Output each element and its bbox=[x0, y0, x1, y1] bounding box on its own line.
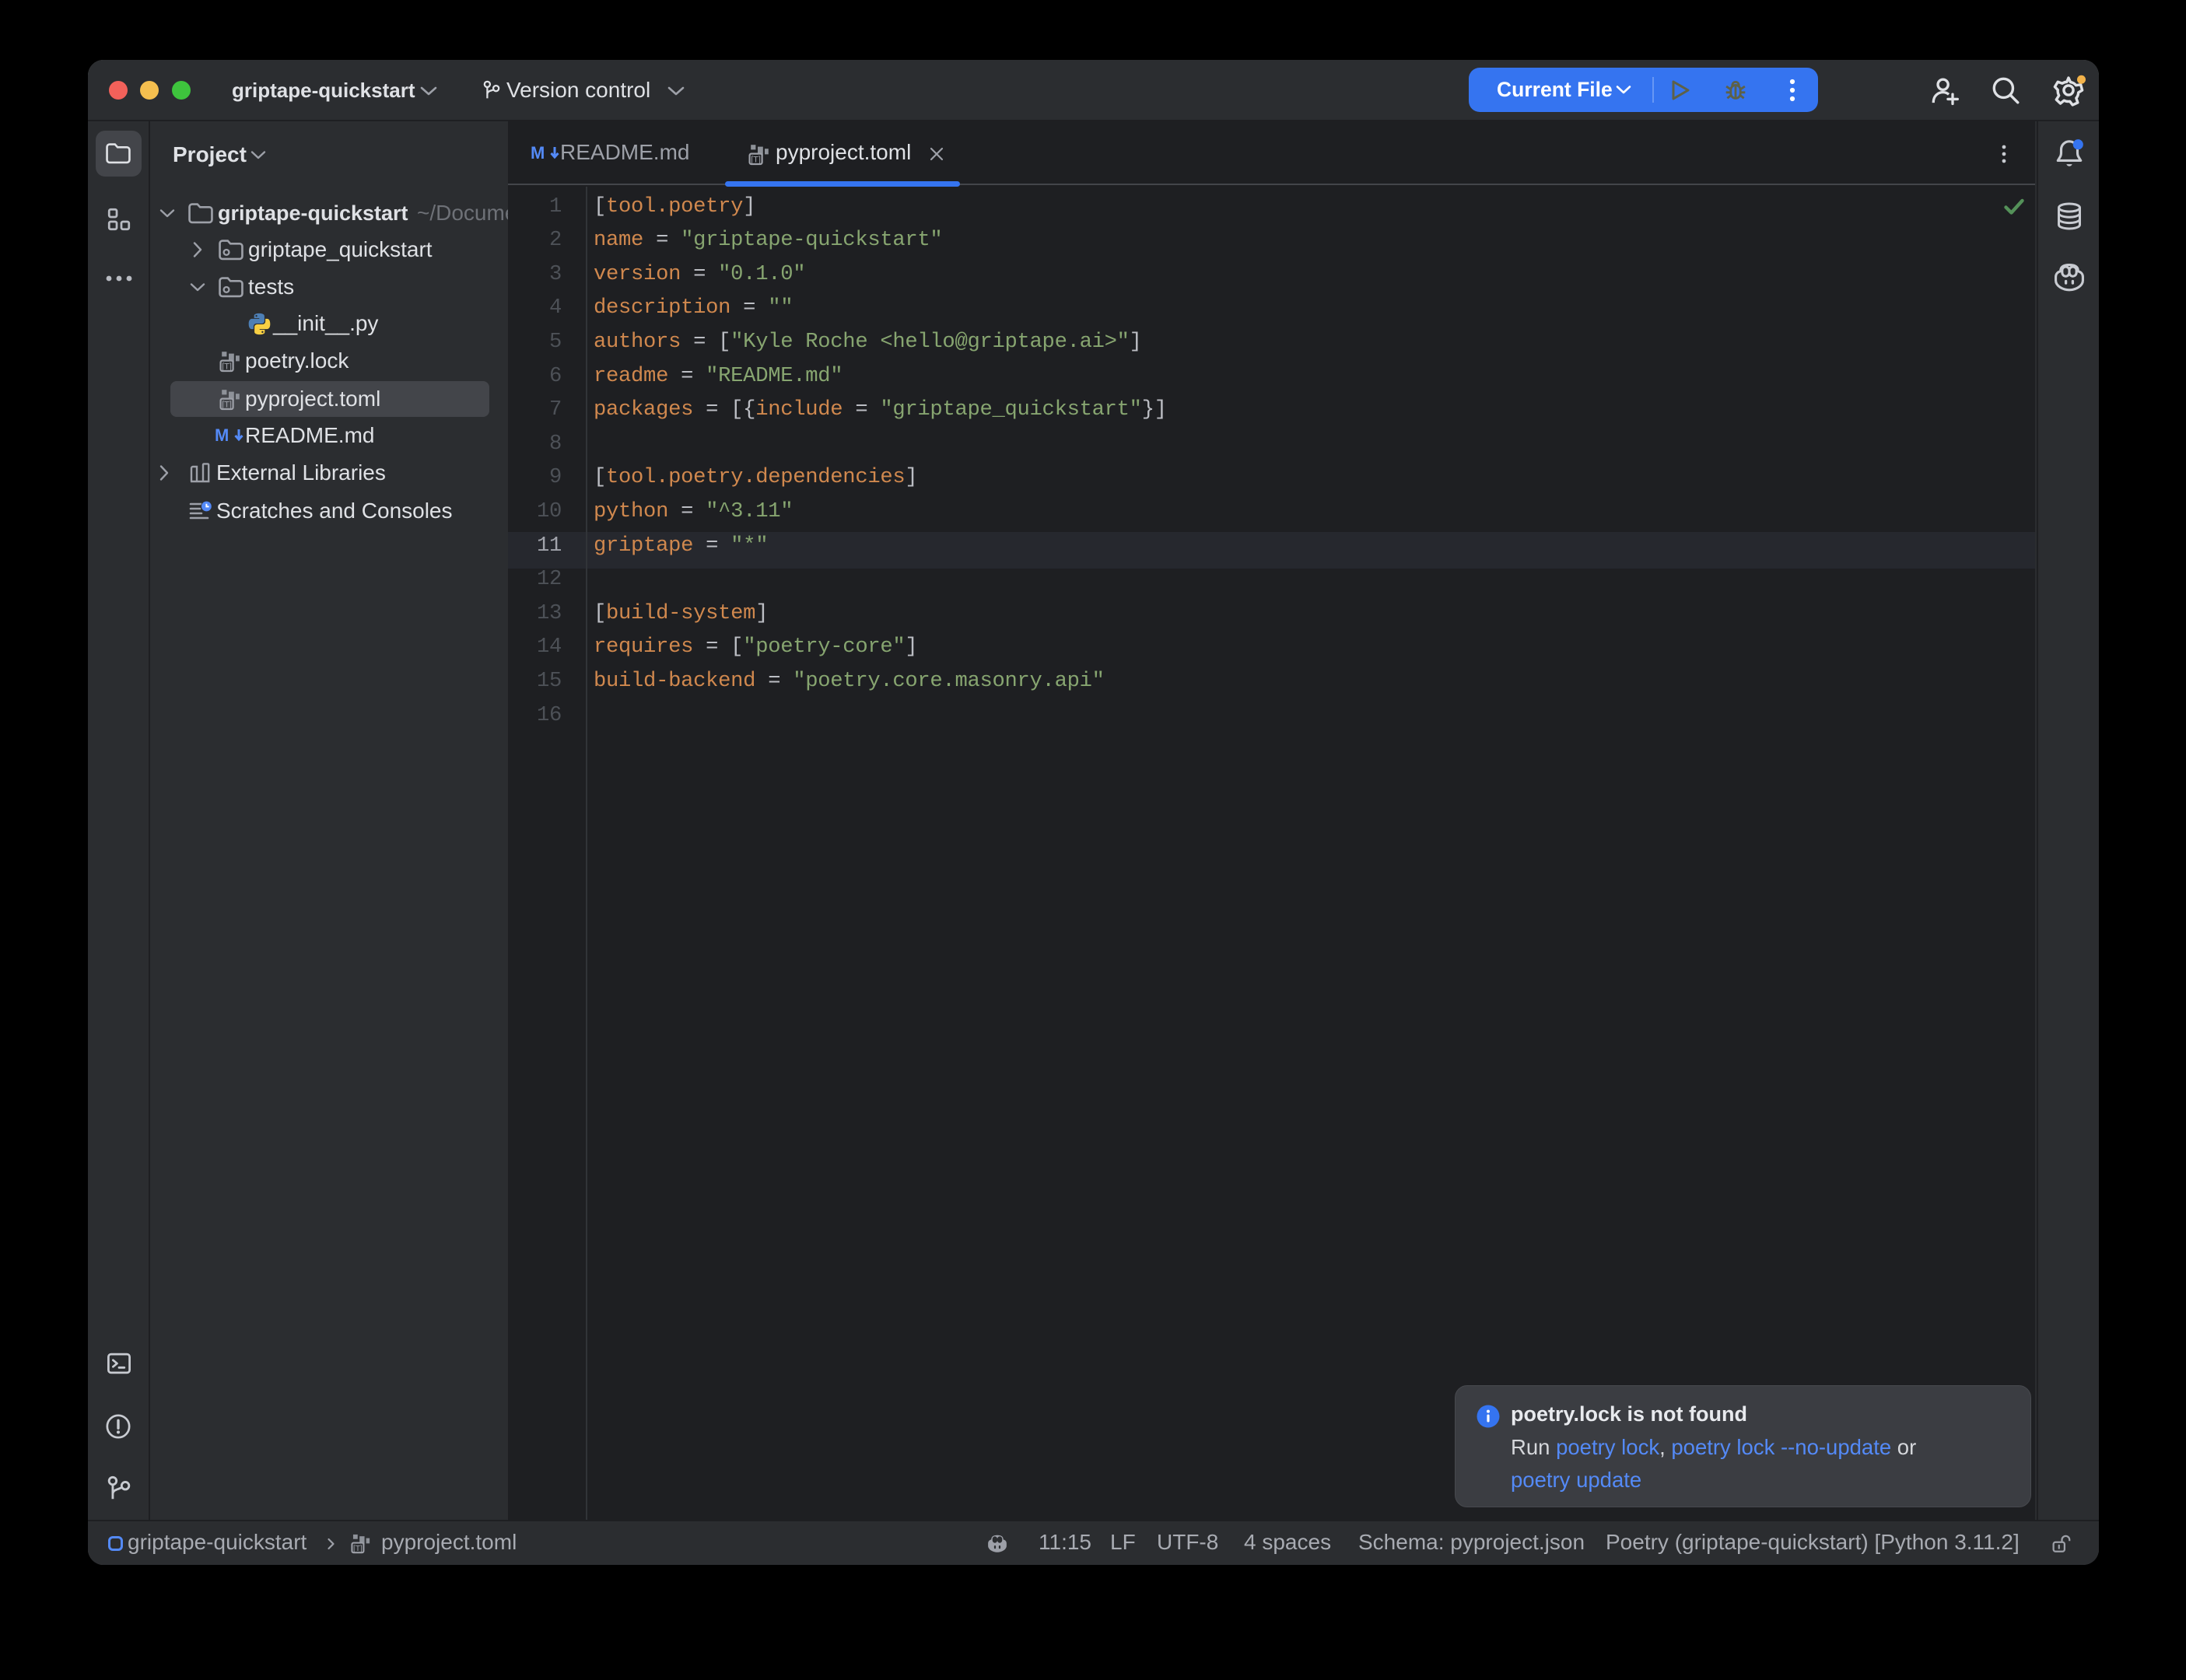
svg-text:[T]: [T] bbox=[222, 362, 232, 372]
svg-text:[T]: [T] bbox=[353, 1545, 363, 1553]
svg-text:[T]: [T] bbox=[751, 156, 761, 165]
svg-text:[T]: [T] bbox=[222, 401, 232, 410]
svg-text:M: M bbox=[215, 426, 229, 445]
svg-text:M: M bbox=[531, 144, 545, 163]
